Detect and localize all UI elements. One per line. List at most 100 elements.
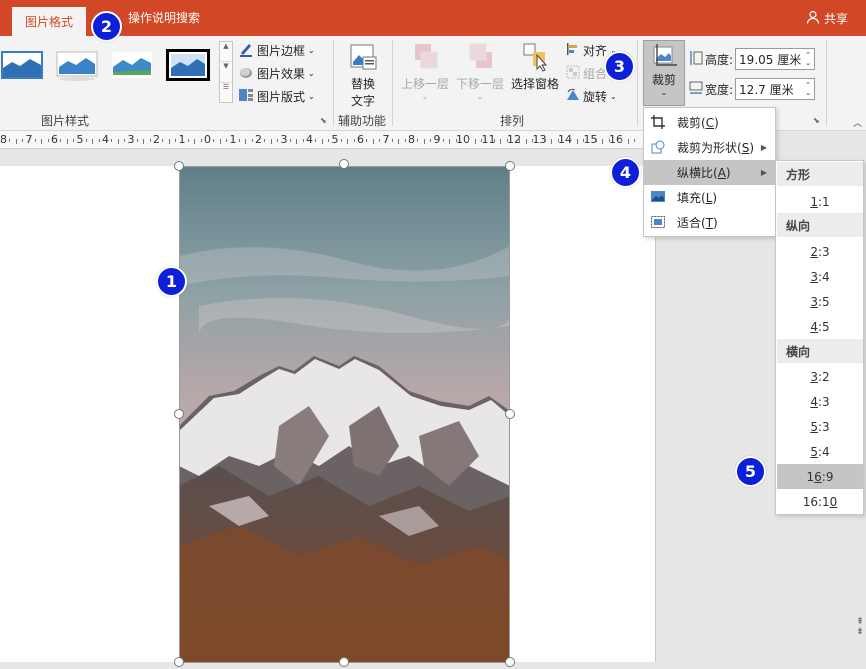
mountain-photo[interactable] [179,166,510,663]
callout-marker-1: 1 [156,266,187,297]
ruler-number: 4 [306,133,313,146]
menu-item-fill[interactable]: 填充(L) [644,185,775,210]
selection-pane-icon [521,42,549,75]
ruler-tick [602,139,604,144]
aspect-3-2[interactable]: 3:2 [777,364,863,389]
ruler-tick [34,139,36,142]
scroll-page-arrows[interactable]: ⇞ ⇟ [854,617,866,637]
alt-text-label-2: 文字 [350,94,375,108]
aspect-3-5[interactable]: 3:5 [777,289,863,314]
crop-button[interactable]: 裁剪 ⌄ [643,40,685,106]
alt-text-button[interactable]: 替换 文字 [343,42,383,109]
submenu-arrow-icon: ▶ [760,168,767,177]
dialog-launcher-icon[interactable]: ⬊ [320,116,327,125]
ruler-tick [124,139,126,142]
picture-layout-button[interactable]: 图片版式 ⌄ [238,86,315,106]
menu-item-label: 填充(L) [677,191,718,205]
share-button[interactable]: 共享 [806,0,848,36]
chevron-down-icon: ⌄ [421,92,429,101]
picture-style-thumb-2[interactable] [55,48,99,82]
ruler-number: 2 [153,133,160,146]
ruler-tick [15,139,17,144]
submenu-header-square: 方形 [777,162,863,186]
rotate-button[interactable]: 旋转 ⌄ [566,86,617,106]
chevron-down-icon: ⌄ [660,88,668,97]
menu-item-fit[interactable]: 适合(T) [644,210,775,235]
ruler-tick [47,139,49,142]
fill-icon [651,190,665,204]
resize-handle-bottom[interactable] [339,657,349,667]
rotation-handle[interactable] [339,159,349,169]
collapse-ribbon-icon[interactable]: ︿ [853,116,862,129]
width-row: 宽度: 12.7 厘米 ⌃ ⌄ [689,78,816,100]
aspect-4-5[interactable]: 4:5 [777,314,863,339]
picture-style-thumb-3[interactable] [110,48,154,82]
ruler-tick [551,139,553,144]
ruler-number: 6 [51,133,58,146]
tab-picture-format[interactable]: 图片格式 [12,5,86,36]
callout-marker-2: 2 [91,11,122,42]
resize-handle-top-left[interactable] [174,161,184,171]
gallery-scrollbar[interactable]: ▲ ▼ ☰ [219,41,233,103]
aspect-2-3[interactable]: 2:3 [777,239,863,264]
picture-style-thumb-4[interactable] [165,48,211,82]
picture-effects-label: 图片效果 [257,66,306,81]
menu-item-crop-to-shape[interactable]: 裁剪为形状(S) ▶ [644,135,775,160]
picture-effects-button[interactable]: 图片效果 ⌄ [238,63,315,83]
chevron-down-icon: ⌄ [308,45,315,55]
menu-item-aspect-ratio[interactable]: 纵横比(A) ▶ [644,160,775,185]
ruler-tick [85,139,87,142]
spinner-icon[interactable]: ⌃ ⌄ [805,51,811,67]
aspect-5-3[interactable]: 5:3 [777,414,863,439]
group-button[interactable]: 组合 [566,63,607,83]
ruler-tick [143,139,145,144]
ruler-tick [117,139,119,144]
aspect-16-9[interactable]: 1 6:9 [777,464,863,489]
ruler-tick [576,139,578,144]
aspect-1-1[interactable]: 1:1 [777,189,863,214]
group-label-picture-styles: 图片样式 [40,114,89,128]
ruler-number: 4 [102,133,109,146]
picture-style-thumb-1[interactable] [0,48,44,82]
ruler-tick [468,139,470,142]
tell-me-search[interactable]: 操作说明搜索 [128,0,200,36]
shapes-icon [651,140,665,154]
picture-border-button[interactable]: 图片边框 ⌄ [238,40,315,60]
group-separator [333,40,334,126]
resize-handle-left[interactable] [174,409,184,419]
resize-handle-bottom-left[interactable] [174,657,184,667]
bring-forward-label: 上移一层 [400,77,449,91]
effects-icon [238,64,254,83]
dialog-launcher-icon[interactable]: ⬊ [813,116,820,125]
resize-handle-top-right[interactable] [505,161,515,171]
aspect-3-4[interactable]: 3:4 [777,264,863,289]
menu-item-crop[interactable]: 裁剪(C) [644,110,775,135]
ruler-tick [162,139,164,142]
ruler-number: 7 [25,133,33,146]
group-label-accessibility: 辅助功能 [337,114,386,128]
ruler-tick [168,139,170,144]
gallery-more-icon[interactable]: ☰ [220,83,232,102]
ruler-number: 9 [433,133,441,146]
gallery-down-icon[interactable]: ▼ [220,62,232,83]
aspect-4-3[interactable]: 4:3 [777,389,863,414]
aspect-16-10[interactable]: 16:1 0 [777,489,863,514]
spinner-icon[interactable]: ⌃ ⌄ [805,81,811,97]
ruler-tick [627,139,629,144]
share-label: 共享 [823,11,848,26]
selection-pane-button[interactable]: 选择窗格 [509,42,561,92]
ruler-tick [430,139,432,142]
width-value: 12.7 厘米 [739,82,794,97]
resize-handle-bottom-right[interactable] [505,657,515,667]
width-field[interactable]: 12.7 厘米 ⌃ ⌄ [735,78,816,100]
height-field[interactable]: 19.05 厘米 ⌃ ⌄ [735,48,816,70]
height-value: 19.05 厘米 [739,52,802,67]
send-backward-button[interactable]: 下移一层 ⌄ [453,42,507,101]
bring-forward-button[interactable]: 上移一层 ⌄ [398,42,452,101]
gallery-up-icon[interactable]: ▲ [220,42,232,63]
aspect-5-4[interactable]: 5:4 [777,439,863,464]
ruler-number: 3 [127,133,135,146]
send-backward-icon [466,42,494,75]
resize-handle-right[interactable] [505,409,515,419]
height-row: 高度: 19.05 厘米 ⌃ ⌄ [689,48,816,70]
